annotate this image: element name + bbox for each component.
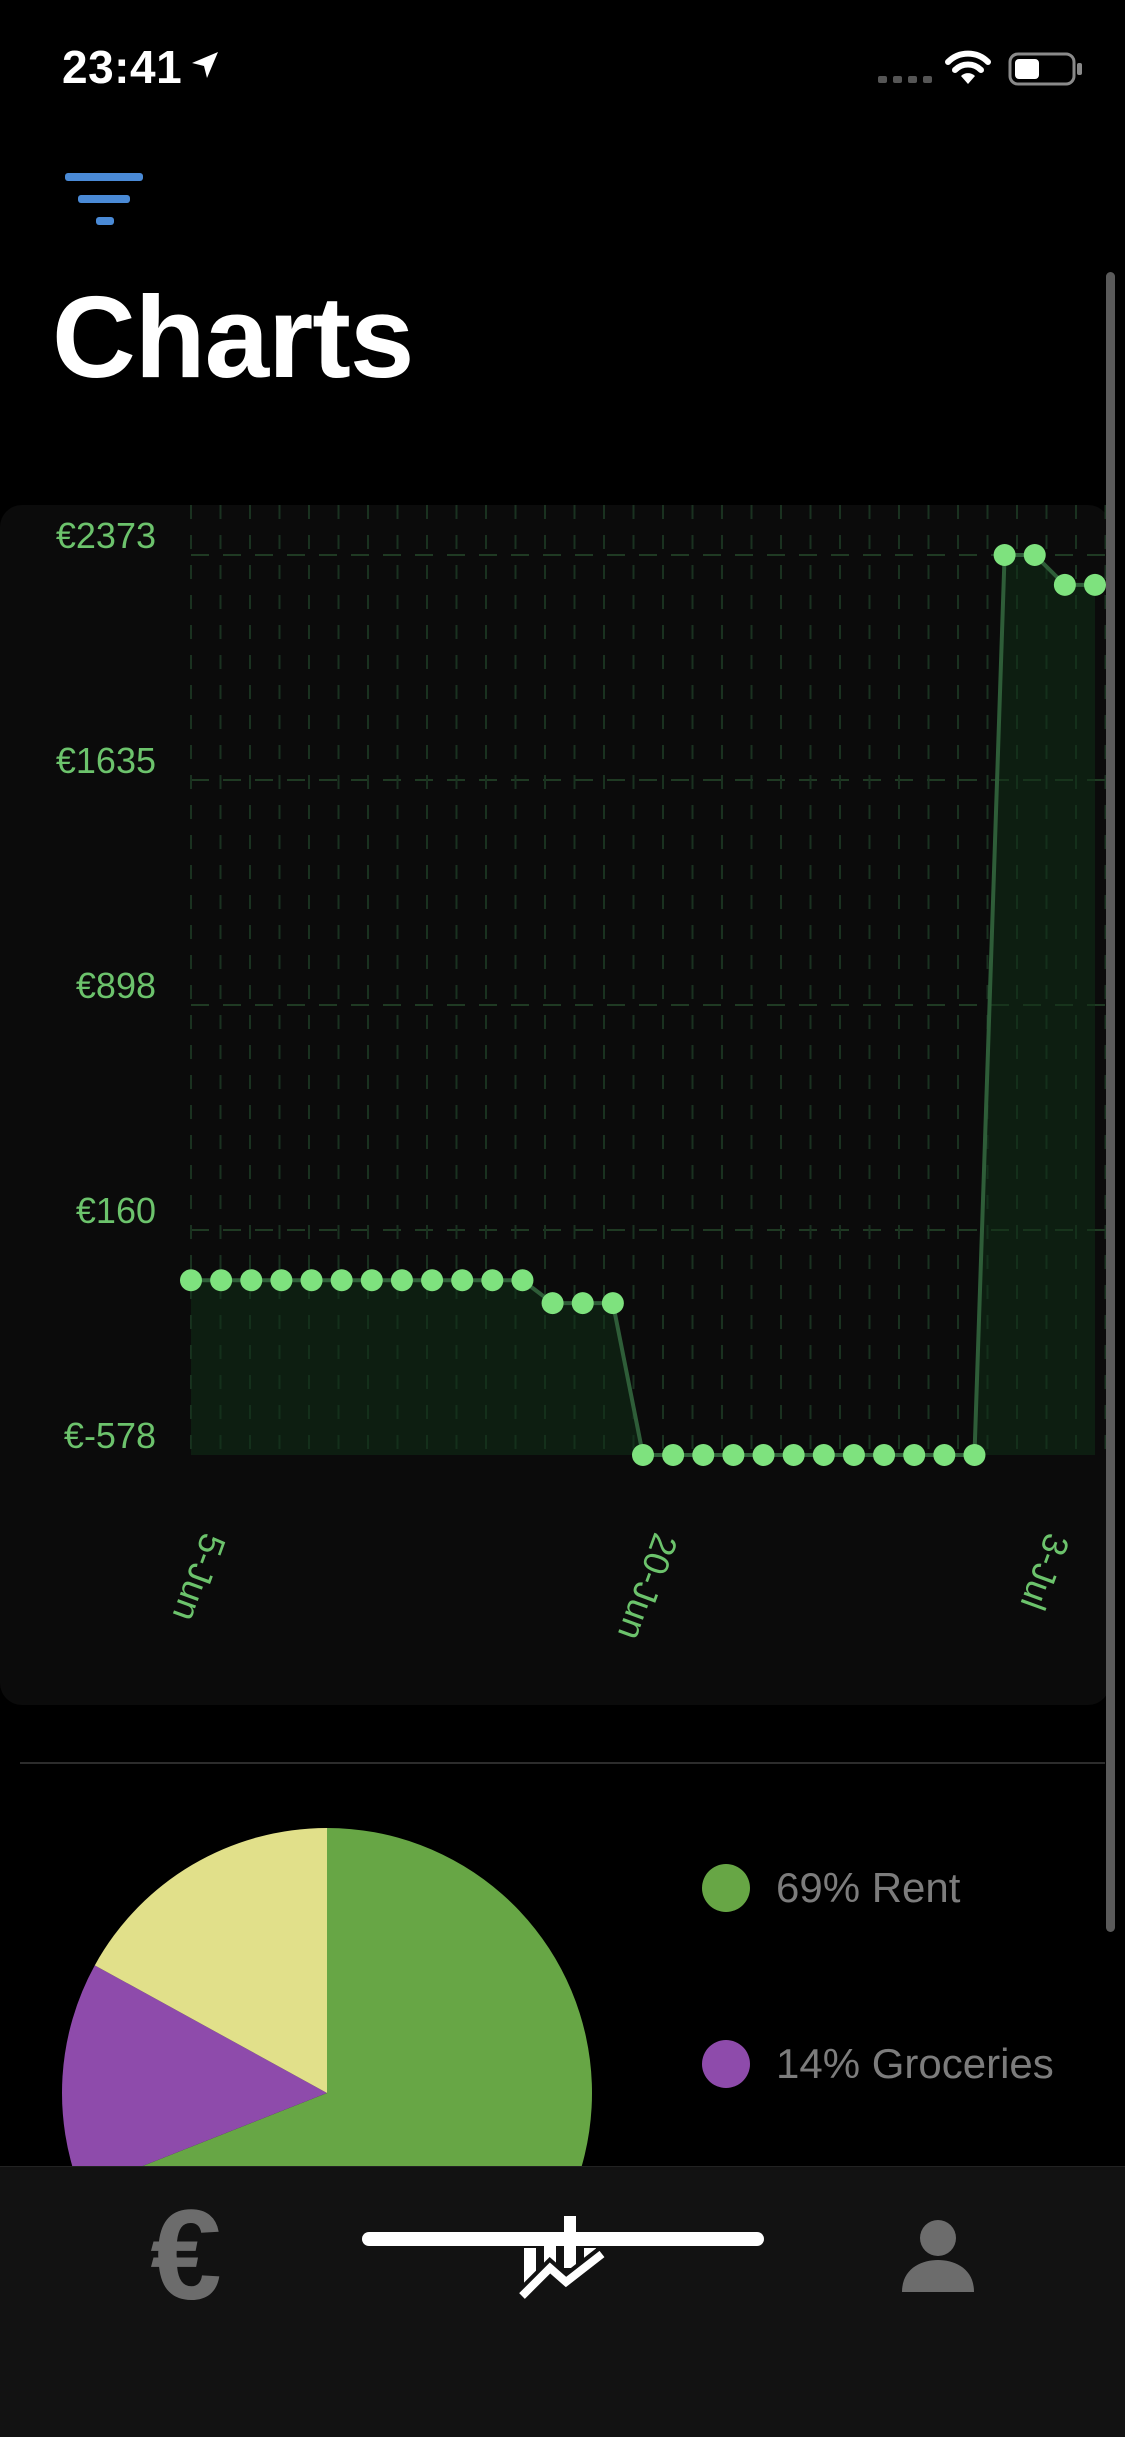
data-point	[240, 1269, 263, 1292]
charts-icon	[516, 2216, 607, 2302]
data-point	[662, 1444, 685, 1466]
data-point	[601, 1292, 624, 1315]
data-point	[1023, 544, 1046, 566]
legend-label-rent: 69% Rent	[776, 1864, 961, 1911]
data-point	[1053, 573, 1076, 596]
data-point	[842, 1444, 865, 1466]
x-tick-label: 20-Jun	[610, 1528, 686, 1645]
legend-dot-groceries	[702, 2040, 750, 2088]
data-point	[692, 1444, 715, 1466]
data-point	[722, 1444, 745, 1466]
legend-label-groceries: 14% Groceries	[776, 2040, 1054, 2087]
data-point	[812, 1444, 835, 1466]
data-point	[330, 1269, 353, 1292]
data-point	[300, 1269, 323, 1292]
legend-item-rent: 69% Rent	[702, 1858, 960, 1918]
y-tick-label: €-578	[64, 1415, 156, 1456]
y-tick-label: €1635	[56, 740, 156, 781]
line-chart-card: €2373 €1635 €898 €160 €-578 5-Jun 20-Jun 3-Jul	[0, 505, 1110, 1705]
data-point	[421, 1269, 444, 1292]
data-point	[1084, 573, 1106, 596]
scroll-indicator[interactable]	[1106, 272, 1115, 1932]
divider	[20, 1762, 1105, 1764]
signal-icon	[878, 76, 932, 83]
filter-button[interactable]	[60, 165, 150, 235]
tab-euro[interactable]: €	[116, 2192, 256, 2320]
data-point	[481, 1269, 504, 1292]
tab-charts[interactable]	[494, 2196, 634, 2316]
y-tick-label: €898	[76, 965, 156, 1006]
x-tick-label: 3-Jul	[1013, 1528, 1078, 1615]
status-bar: 23:41	[0, 0, 1125, 140]
filter-icon	[65, 173, 143, 225]
location-arrow-icon	[192, 52, 218, 78]
tab-profile[interactable]	[868, 2196, 1008, 2316]
data-point	[390, 1269, 413, 1292]
wifi-icon	[945, 50, 991, 84]
data-point	[752, 1444, 775, 1466]
legend-dot-rent	[702, 1864, 750, 1912]
data-point	[873, 1444, 896, 1466]
y-tick-label: €2373	[56, 515, 156, 556]
data-point	[541, 1292, 564, 1315]
home-indicator[interactable]	[362, 2232, 764, 2246]
x-tick-label: 5-Jun	[165, 1528, 234, 1627]
data-point	[210, 1269, 233, 1292]
data-point	[571, 1292, 594, 1315]
data-point	[993, 544, 1016, 566]
pie-chart	[62, 1828, 592, 2166]
battery-icon	[1008, 52, 1082, 86]
data-point	[933, 1444, 956, 1466]
data-point	[632, 1444, 654, 1466]
euro-icon: €	[150, 2184, 222, 2327]
data-point	[360, 1269, 383, 1292]
legend-item-groceries: 14% Groceries	[702, 2034, 1054, 2094]
status-time: 23:41	[62, 41, 183, 93]
person-icon	[902, 2220, 974, 2292]
page-title: Charts	[52, 272, 414, 402]
data-point	[180, 1269, 202, 1292]
data-point	[903, 1444, 926, 1466]
line-chart: €2373 €1635 €898 €160 €-578 5-Jun 20-Jun 3-Jul	[56, 505, 1107, 1646]
data-point	[511, 1269, 534, 1292]
data-point	[782, 1444, 805, 1466]
data-point	[963, 1444, 986, 1466]
data-point	[451, 1269, 474, 1292]
data-point	[270, 1269, 293, 1292]
y-tick-label: €160	[76, 1190, 156, 1231]
